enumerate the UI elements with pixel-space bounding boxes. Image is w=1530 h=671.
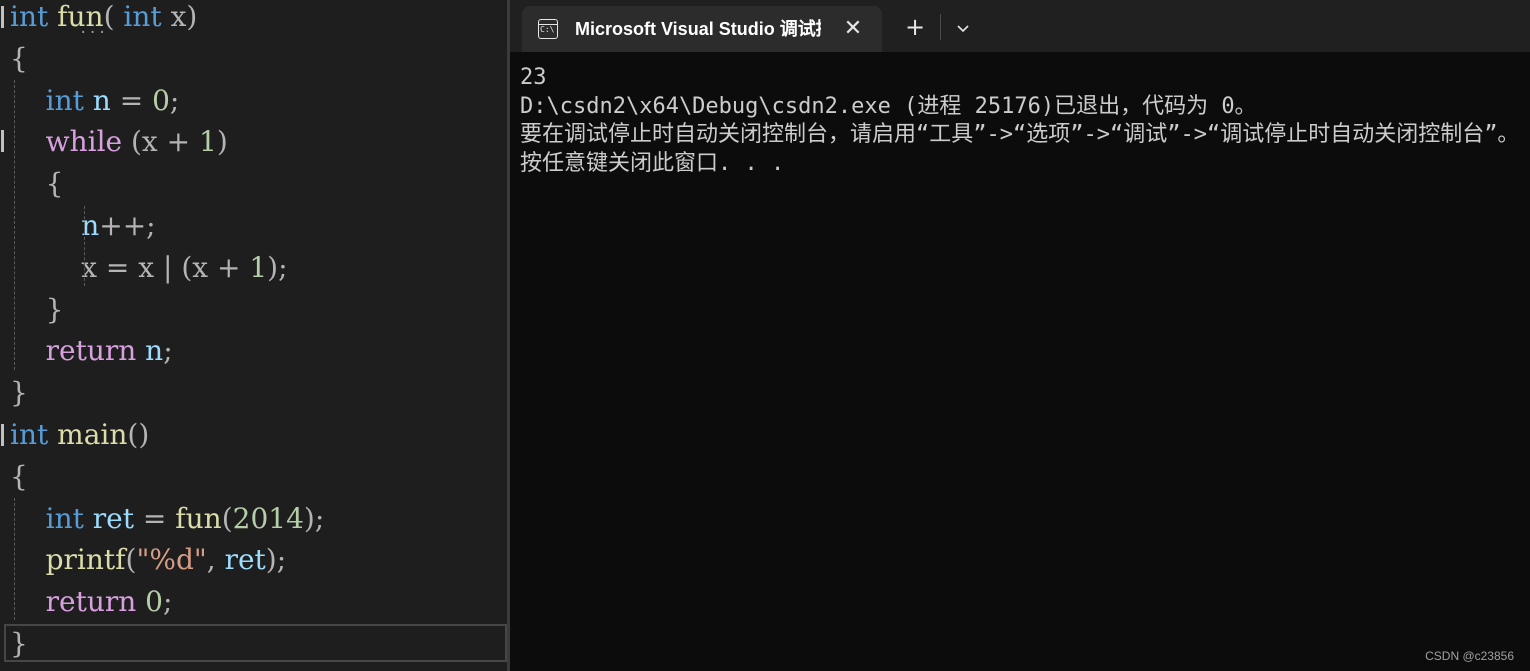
current-line-highlight bbox=[4, 624, 507, 662]
code-token: { bbox=[45, 167, 64, 201]
code-token: return bbox=[45, 334, 137, 368]
code-token: } bbox=[45, 292, 64, 326]
code-token: x bbox=[129, 250, 155, 284]
console-line: 23 bbox=[520, 65, 547, 90]
code-token: , bbox=[206, 543, 216, 577]
code-token: = bbox=[110, 83, 144, 117]
code-token: 2014 bbox=[232, 501, 304, 535]
code-line[interactable]: printf("%d", ret); bbox=[10, 539, 287, 581]
code-token: printf bbox=[45, 543, 126, 577]
code-line[interactable]: } bbox=[10, 289, 64, 331]
code-token: 1 bbox=[240, 250, 268, 284]
code-token: int bbox=[10, 418, 49, 451]
indent-guide bbox=[14, 80, 15, 370]
indent-guide bbox=[84, 206, 85, 286]
code-token: 1 bbox=[190, 125, 217, 159]
fun-squiggle-underline: ··· bbox=[79, 25, 108, 41]
code-token: ; bbox=[169, 83, 180, 117]
code-token: ; bbox=[163, 585, 173, 619]
code-token: ( bbox=[221, 501, 233, 535]
code-token: ret bbox=[83, 501, 134, 535]
console-line: 按任意键关闭此窗口. . . bbox=[520, 150, 785, 176]
code-line[interactable]: return n; bbox=[10, 330, 173, 372]
code-token: ) bbox=[186, 0, 198, 33]
code-line[interactable]: n++; bbox=[10, 205, 156, 247]
console-line: D:\csdn2\x64\Debug\csdn2.exe (进程 25176)已… bbox=[520, 93, 1257, 119]
code-token: "%d" bbox=[136, 543, 207, 577]
code-token: (x bbox=[172, 250, 209, 284]
console-icon: C:\ bbox=[538, 19, 558, 39]
code-line[interactable]: } bbox=[10, 372, 28, 414]
code-token: ); bbox=[303, 501, 325, 535]
code-line[interactable]: { bbox=[10, 163, 64, 205]
code-line[interactable]: int n = 0; bbox=[10, 80, 180, 122]
code-line[interactable]: x = x | (x + 1); bbox=[10, 247, 288, 289]
tab-debug-console[interactable]: C:\ Microsoft Visual Studio 调试控制台 ✕ bbox=[522, 6, 882, 52]
code-token: = bbox=[97, 250, 130, 284]
code-token: | bbox=[154, 250, 173, 284]
code-token: x bbox=[161, 0, 187, 33]
watermark: CSDN @c23856 bbox=[1425, 649, 1514, 663]
code-line[interactable]: { bbox=[10, 456, 28, 498]
outline-collapse-marker[interactable] bbox=[1, 6, 4, 28]
code-token: } bbox=[10, 376, 28, 410]
code-token: ( bbox=[125, 543, 137, 577]
code-line[interactable]: int main() bbox=[10, 414, 149, 456]
code-token: ) bbox=[216, 125, 228, 159]
code-token: 0 bbox=[143, 83, 170, 117]
code-token: main bbox=[48, 418, 128, 451]
code-token: ; bbox=[163, 334, 173, 368]
code-token: ); bbox=[265, 543, 287, 577]
outline-collapse-marker[interactable] bbox=[1, 130, 4, 152]
code-token: fun bbox=[166, 501, 222, 535]
code-token: { bbox=[10, 459, 28, 493]
code-line[interactable]: int ret = fun(2014); bbox=[10, 498, 325, 540]
code-token: + bbox=[157, 125, 191, 159]
code-token: n bbox=[83, 83, 111, 117]
code-line[interactable]: return 0; bbox=[10, 581, 173, 623]
code-line[interactable]: { bbox=[10, 38, 28, 80]
code-token: int bbox=[45, 83, 84, 117]
code-token: return bbox=[45, 585, 137, 619]
tab-separator bbox=[940, 14, 941, 40]
terminal-window: C:\ Microsoft Visual Studio 调试控制台 ✕ + 23… bbox=[510, 0, 1530, 671]
code-token: () bbox=[127, 418, 150, 451]
chevron-down-icon[interactable] bbox=[950, 14, 976, 40]
code-token: ret bbox=[215, 543, 266, 577]
tab-title: Microsoft Visual Studio 调试控制台 bbox=[575, 19, 821, 39]
console-output[interactable]: 23 D:\csdn2\x64\Debug\csdn2.exe (进程 2517… bbox=[520, 64, 1530, 664]
code-token: ++ bbox=[99, 209, 147, 242]
code-editor[interactable]: int fun( int x){ int n = 0; while (x + 1… bbox=[0, 0, 507, 671]
code-token: while bbox=[45, 125, 123, 159]
code-token: int bbox=[114, 0, 162, 33]
code-line[interactable]: while (x + 1) bbox=[10, 121, 228, 163]
outline-collapse-marker[interactable] bbox=[1, 424, 4, 446]
indent-guide bbox=[14, 498, 15, 620]
new-tab-button[interactable]: + bbox=[902, 14, 928, 40]
code-token: ; bbox=[146, 209, 156, 242]
code-token: int bbox=[45, 501, 84, 535]
code-token: + bbox=[208, 250, 241, 284]
code-token: (x bbox=[122, 125, 158, 159]
terminal-tab-bar: C:\ Microsoft Visual Studio 调试控制台 ✕ + bbox=[510, 0, 1530, 52]
code-token: { bbox=[10, 41, 28, 75]
code-token: n bbox=[136, 334, 164, 368]
console-line: 要在调试停止时自动关闭控制台，请启用“工具”->“选项”->“调试”->“调试停… bbox=[520, 122, 1520, 147]
code-token: ); bbox=[267, 250, 288, 284]
code-token: 0 bbox=[136, 585, 163, 619]
code-token: int bbox=[10, 0, 49, 33]
code-token: = bbox=[133, 501, 167, 535]
close-icon[interactable]: ✕ bbox=[840, 16, 866, 42]
